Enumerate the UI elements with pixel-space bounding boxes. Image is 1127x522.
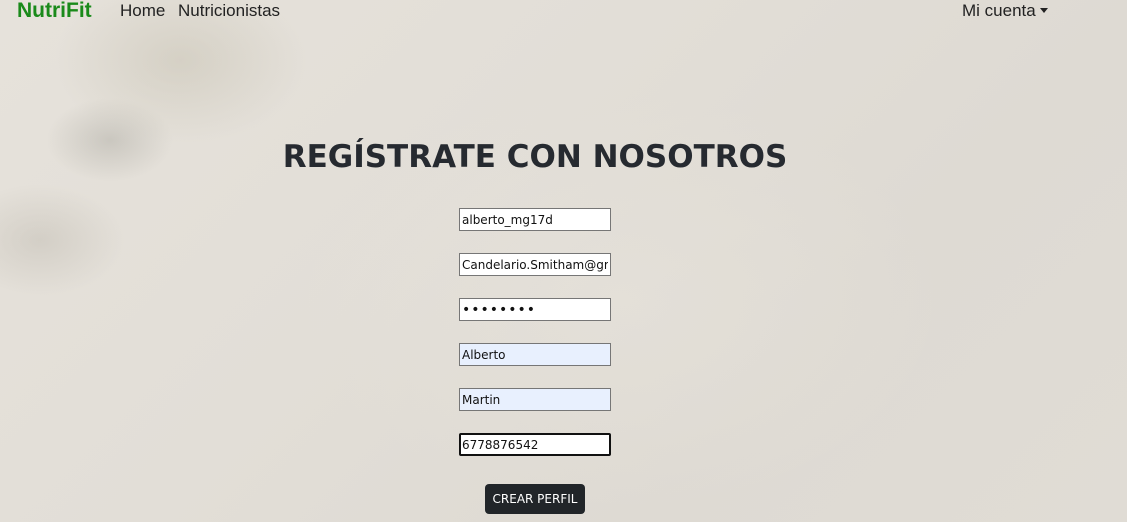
caret-down-icon — [1039, 8, 1048, 13]
first-name-input[interactable] — [459, 343, 611, 366]
account-dropdown-label: Mi cuenta — [962, 1, 1036, 20]
username-input[interactable] — [459, 208, 611, 231]
brand-logo[interactable]: NutriFit — [17, 0, 92, 22]
password-input[interactable] — [459, 298, 611, 321]
last-name-input[interactable] — [459, 388, 611, 411]
page-title: REGÍSTRATE CON NOSOTROS — [282, 139, 788, 175]
phone-input[interactable] — [459, 433, 611, 456]
email-input[interactable] — [459, 253, 611, 276]
navbar: NutriFit Home Nutricionistas Mi cuenta — [0, 0, 1127, 24]
nav-link-home[interactable]: Home — [120, 1, 165, 21]
create-profile-button[interactable]: CREAR PERFIL — [485, 484, 585, 514]
account-dropdown[interactable]: Mi cuenta — [962, 1, 1048, 21]
nav-link-nutricionistas[interactable]: Nutricionistas — [178, 1, 280, 21]
